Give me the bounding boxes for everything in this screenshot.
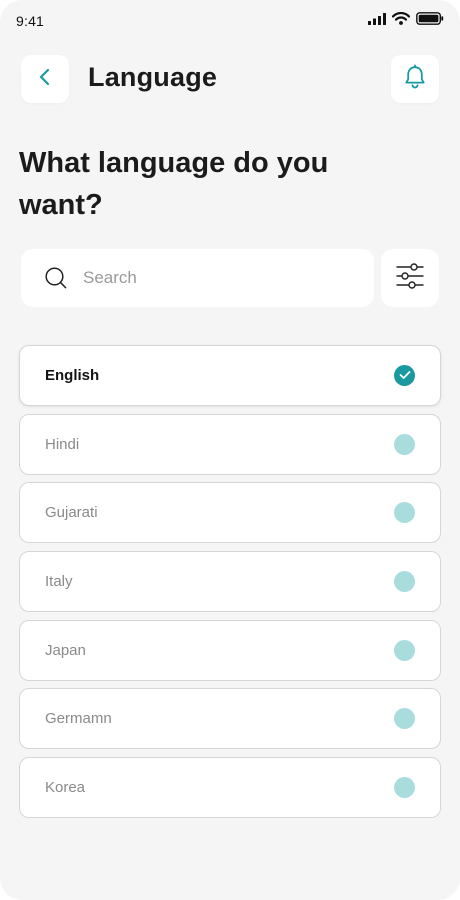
language-label: English <box>45 367 100 384</box>
wifi-icon <box>391 12 411 30</box>
filter-button[interactable] <box>381 249 439 307</box>
language-label: Japan <box>45 641 86 659</box>
status-time: 9:41 <box>16 13 45 29</box>
language-item-gujarati[interactable]: Gujarati <box>19 482 441 544</box>
radio-unselected[interactable] <box>394 571 415 593</box>
language-item-japan[interactable]: Japan <box>19 619 441 681</box>
status-icons <box>368 12 444 30</box>
radio-selected[interactable] <box>394 365 415 386</box>
search-input[interactable] <box>83 268 353 288</box>
language-label: Gujarati <box>45 504 98 522</box>
bell-icon <box>403 64 427 95</box>
language-label: Korea <box>45 779 86 797</box>
signal-icon <box>368 12 386 30</box>
language-item-korea[interactable]: Korea <box>19 757 441 819</box>
radio-unselected[interactable] <box>394 502 415 524</box>
back-icon <box>37 68 53 91</box>
check-icon <box>399 367 411 385</box>
radio-unselected[interactable] <box>394 639 415 661</box>
question-heading: What language do you want? <box>19 147 329 221</box>
language-list: English Hindi Gujarati Italy Japan Germa… <box>19 345 441 826</box>
radio-unselected[interactable] <box>394 777 415 799</box>
status-bar: 9:41 <box>0 0 460 44</box>
filter-icon <box>395 261 425 296</box>
language-label: Hindi <box>45 435 80 453</box>
language-item-english[interactable]: English <box>19 345 441 406</box>
language-item-germamn[interactable]: Germamn <box>19 688 441 750</box>
language-label: Germamn <box>45 710 112 728</box>
page-title: Language <box>88 62 218 92</box>
notifications-button[interactable] <box>391 55 439 103</box>
language-screen: 9:41 Language What language do you want?… <box>0 0 460 900</box>
search-icon <box>43 265 69 291</box>
search-bar[interactable] <box>21 249 374 307</box>
language-item-hindi[interactable]: Hindi <box>19 413 441 475</box>
battery-icon <box>416 12 444 30</box>
language-label: Italy <box>45 573 73 591</box>
radio-unselected[interactable] <box>394 708 415 730</box>
radio-unselected[interactable] <box>394 433 415 455</box>
language-item-italy[interactable]: Italy <box>19 551 441 613</box>
back-button[interactable] <box>21 55 69 103</box>
